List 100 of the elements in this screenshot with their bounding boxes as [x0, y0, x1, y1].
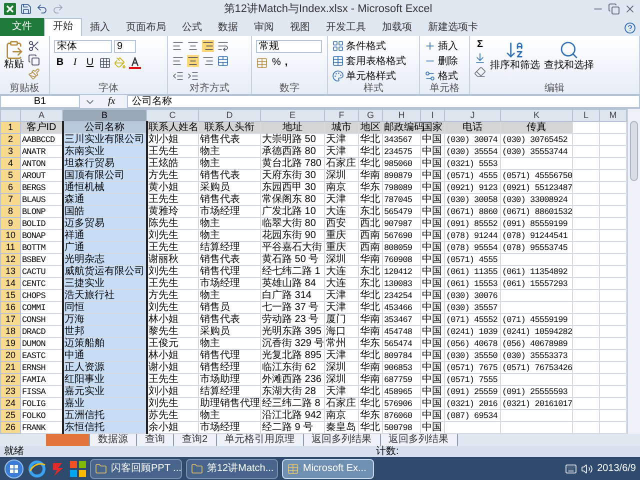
row-header[interactable]: 10	[0, 230, 20, 242]
ribbon-tab[interactable]: 文件	[0, 18, 44, 36]
table-cell: 重庆	[324, 230, 358, 242]
row-header[interactable]: 24	[0, 398, 20, 410]
style-button[interactable]: 套用表格格式	[332, 54, 406, 68]
table-cell: 物主	[198, 290, 260, 302]
cell-button[interactable]: 删除	[424, 54, 458, 68]
row-header[interactable]: 11	[0, 242, 20, 254]
editing-button[interactable]: 排序和筛选	[490, 40, 540, 71]
row-header[interactable]: 12	[0, 254, 20, 266]
sheet-tab[interactable]: 查询2	[174, 434, 217, 446]
row-header[interactable]: 22	[0, 374, 20, 386]
column-header[interactable]: G	[358, 110, 382, 122]
column-header[interactable]: H	[382, 110, 420, 122]
sheet-tab[interactable]: 返回多列结果	[380, 434, 458, 446]
column-header[interactable]: E	[260, 110, 324, 122]
comma-button[interactable]: ,	[284, 58, 288, 68]
cell-button[interactable]: 插入	[424, 40, 458, 53]
fill-color-icon	[114, 56, 126, 69]
column-header[interactable]: I	[420, 110, 444, 122]
ribbon-tab[interactable]: 视图	[282, 20, 318, 36]
ribbon-tab[interactable]: 审阅	[246, 20, 282, 36]
column-header[interactable]: J	[444, 110, 500, 122]
column-header[interactable]: C	[146, 110, 198, 122]
row-header[interactable]: 2	[0, 134, 20, 146]
header-cell: 联系人头衔	[198, 122, 260, 134]
row-header[interactable]: 14	[0, 278, 20, 290]
table-cell: 采购员	[198, 182, 260, 194]
row-header[interactable]: 20	[0, 350, 20, 362]
row-header[interactable]: 9	[0, 218, 20, 230]
style-button[interactable]: 单元格样式	[332, 70, 406, 83]
percent-button[interactable]: %	[272, 58, 281, 68]
row-header[interactable]: 25	[0, 410, 20, 422]
ribbon-tab[interactable]: 数据	[210, 20, 246, 36]
row-header[interactable]: 3	[0, 146, 20, 158]
row-header[interactable]: 15	[0, 290, 20, 302]
row-header[interactable]: 8	[0, 206, 20, 218]
ribbon-tab[interactable]: 开始	[44, 18, 82, 36]
row-header[interactable]: 7	[0, 194, 20, 206]
table-cell: (091) 25559	[444, 386, 500, 398]
column-header[interactable]: L	[572, 110, 600, 122]
sum-button[interactable]: Σ	[476, 40, 483, 50]
column-header[interactable]: A	[20, 110, 62, 122]
number-format-field[interactable]: 常规	[256, 40, 322, 53]
underline-button[interactable]: U	[84, 58, 96, 68]
ribbon-tab[interactable]: 页面布局	[118, 20, 174, 36]
row-header[interactable]: 17	[0, 314, 20, 326]
table-cell: 石家庄	[324, 398, 358, 410]
italic-button[interactable]: I	[69, 58, 81, 68]
table-cell: (0571) 76753426	[500, 362, 572, 374]
help-icon	[624, 22, 636, 34]
sheet-tab[interactable]: 数据源	[90, 434, 137, 446]
font-size-field[interactable]: 9	[114, 40, 136, 53]
column-header[interactable]: M	[600, 110, 626, 122]
column-header[interactable]: K	[500, 110, 572, 122]
vertical-scrollbar[interactable]	[627, 109, 640, 434]
table-cell: (030) 30765452	[500, 134, 572, 146]
row-header[interactable]: 26	[0, 422, 20, 434]
font-name-field[interactable]: 宋体	[54, 40, 112, 53]
bold-button[interactable]: B	[54, 58, 66, 68]
sheet-tab[interactable]: 返回多列结果	[304, 434, 381, 446]
formula-field[interactable]: 公司名称	[127, 95, 640, 108]
row-header[interactable]: 19	[0, 338, 20, 350]
cell-button[interactable]: 格式	[424, 70, 458, 83]
sheet-tab[interactable]: 查询	[137, 434, 174, 446]
row-header[interactable]: 13	[0, 266, 20, 278]
row-header[interactable]: 16	[0, 302, 20, 314]
row-header[interactable]: 18	[0, 326, 20, 338]
start-icon[interactable]	[4, 458, 24, 479]
spreadsheet-logo-icon	[4, 2, 16, 15]
ribbon-tab[interactable]: 加载项	[374, 20, 420, 36]
row-header[interactable]: 4	[0, 158, 20, 170]
row-header[interactable]: 6	[0, 182, 20, 194]
column-header[interactable]: F	[324, 110, 358, 122]
name-box[interactable]: B1	[0, 95, 80, 108]
ribbon-tab[interactable]: 公式	[174, 20, 210, 36]
paste-button[interactable]: 粘贴	[4, 40, 24, 70]
function-label[interactable]: fx	[100, 96, 124, 107]
browser-icon[interactable]	[28, 460, 46, 478]
taskbar-button[interactable]: 闪客回顾PPT ...	[90, 458, 182, 479]
taskbar-button[interactable]: 第12讲Match...	[186, 458, 278, 479]
table-cell: (0571) 4555	[444, 170, 500, 182]
ribbon-tab[interactable]: 插入	[82, 20, 118, 36]
row-header[interactable]: 1	[0, 122, 20, 134]
table-cell: 常保阁东 80	[260, 194, 324, 206]
column-header[interactable]: B	[62, 110, 146, 122]
table-cell: 劳动路 23 号	[260, 314, 324, 326]
ribbon-tab[interactable]: 新建选项卡	[420, 20, 486, 36]
align-bottom-icon	[202, 40, 214, 52]
row-header[interactable]: 23	[0, 386, 20, 398]
column-header[interactable]: D	[198, 110, 260, 122]
table-cell: 南京	[324, 182, 358, 194]
tiles-icon[interactable]	[70, 460, 86, 477]
ribbon-tab[interactable]: 开发工具	[318, 20, 374, 36]
table-cell: (0671) 8860	[444, 206, 500, 218]
editing-button[interactable]: 查找和选择	[544, 40, 594, 71]
sheet-tab[interactable]: 单元格引用原理	[216, 434, 304, 446]
row-header[interactable]: 5	[0, 170, 20, 182]
row-header[interactable]: 21	[0, 362, 20, 374]
style-button[interactable]: 条件格式	[332, 40, 406, 53]
